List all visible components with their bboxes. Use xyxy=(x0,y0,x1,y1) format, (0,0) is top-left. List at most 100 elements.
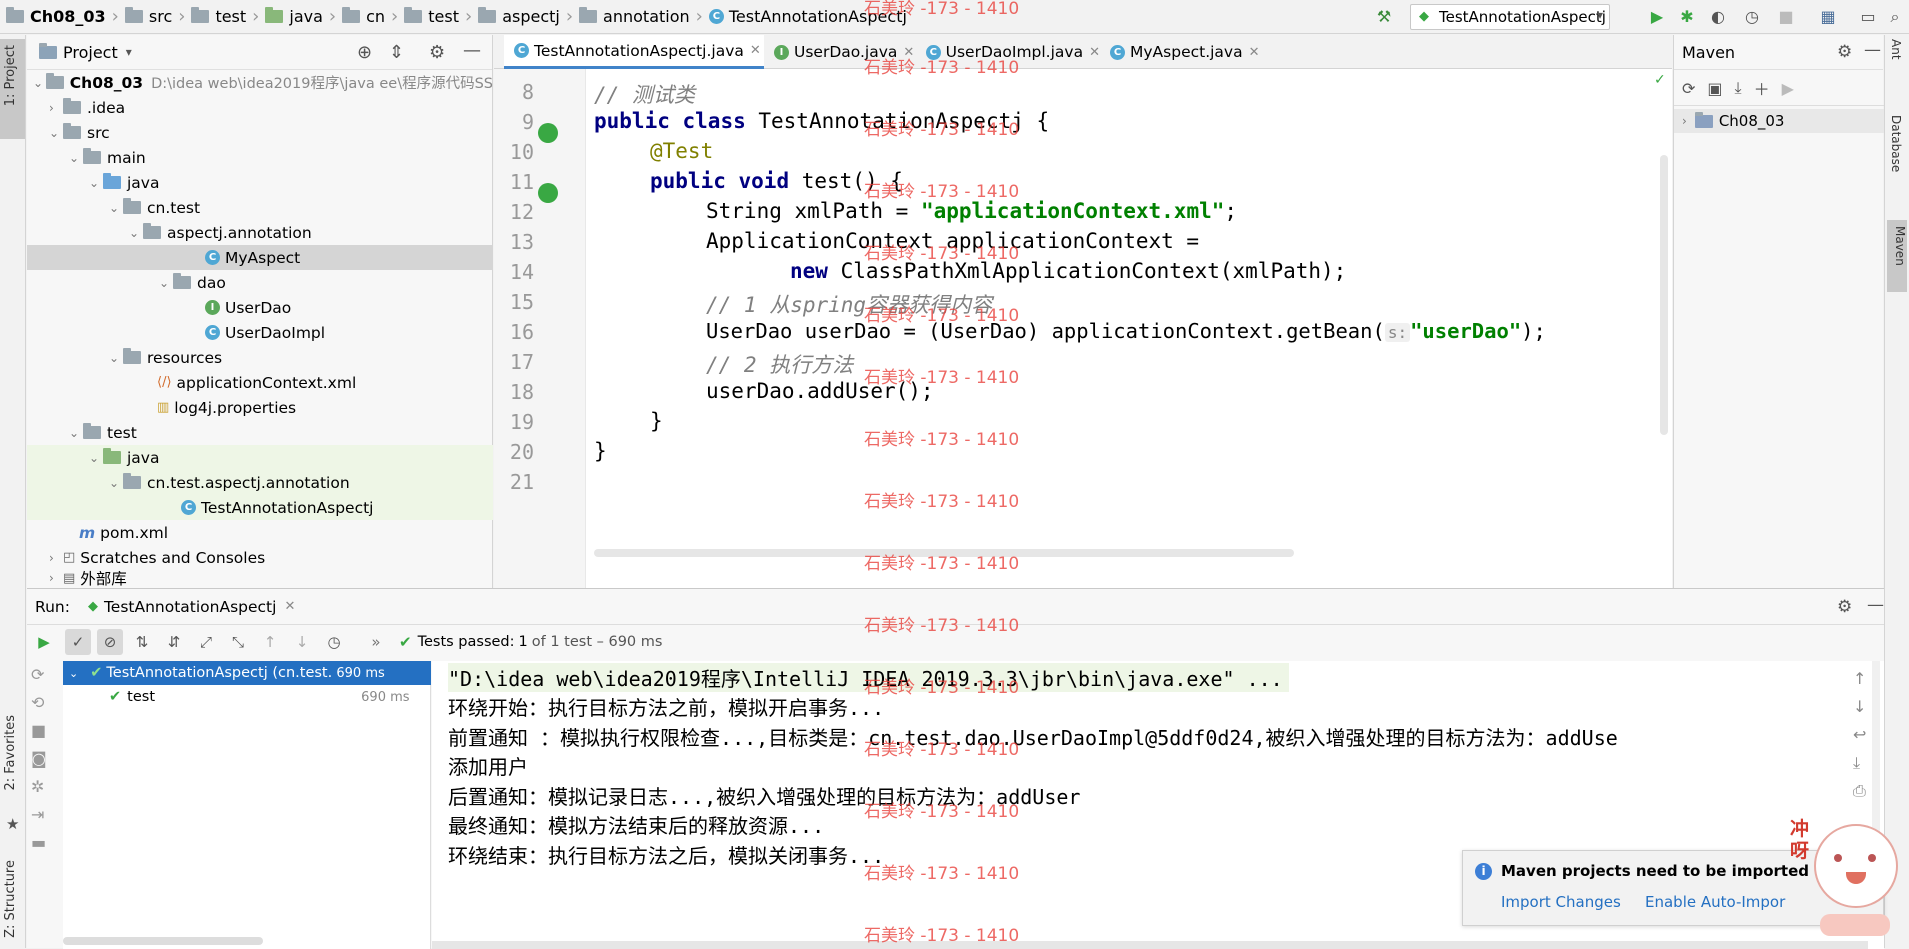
add-icon[interactable]: ＋ xyxy=(1754,76,1770,100)
scroll-to-end-icon[interactable]: ⤓ xyxy=(1853,753,1881,781)
close-icon[interactable]: ✕ xyxy=(1249,45,1260,60)
run-test-gutter-icon[interactable] xyxy=(538,123,558,143)
stop-icon[interactable]: ■ xyxy=(31,721,59,749)
favorites-tool-tab[interactable]: 2: Favorites xyxy=(3,715,18,791)
sort-alphabetically-icon[interactable]: ⇅ xyxy=(129,629,155,655)
breadcrumb-item[interactable]: aspectj xyxy=(502,7,560,26)
camera-icon[interactable]: ◙ xyxy=(31,749,59,777)
tree-item-src[interactable]: ⌄ src xyxy=(27,120,493,145)
up-arrow-icon[interactable]: ↑ xyxy=(1853,669,1881,697)
download-icon[interactable]: ⤓ xyxy=(1735,78,1742,98)
breadcrumb-item[interactable]: annotation xyxy=(603,7,690,26)
tree-item-scratches[interactable]: › ◰ Scratches and Consoles xyxy=(27,545,493,570)
tree-item-test-java[interactable]: ⌄ java xyxy=(27,445,493,470)
tree-item-userdao[interactable]: I UserDao xyxy=(27,295,493,320)
test-tree-row[interactable]: ⌄ ✔ TestAnnotationAspectj (cn.test.aspe … xyxy=(63,661,431,685)
tree-item-cn-test-aspectj-annotation[interactable]: ⌄ cn.test.aspectj.annotation xyxy=(27,470,493,495)
tree-item-log4j-properties[interactable]: ▥ log4j.properties xyxy=(27,395,493,420)
collapse-all-icon[interactable]: ⤡ xyxy=(225,629,251,655)
run-configuration-select[interactable]: ◆ TestAnnotationAspectj ▾ xyxy=(1410,4,1610,30)
breadcrumb-item[interactable]: test xyxy=(215,7,246,26)
tree-item-dao[interactable]: ⌄ dao xyxy=(27,270,493,295)
exit-icon[interactable]: ⇥ xyxy=(31,805,59,833)
soft-wrap-icon[interactable]: ↩ xyxy=(1853,725,1881,753)
chevron-down-icon[interactable]: ▾ xyxy=(126,45,132,59)
structure-tool-tab[interactable]: Z: Structure xyxy=(3,860,18,938)
locate-icon[interactable]: ⊕ xyxy=(357,42,372,63)
show-ignored-icon[interactable]: ⊘ xyxy=(97,629,123,655)
tree-item-main[interactable]: ⌄ main xyxy=(27,145,493,170)
gear-icon[interactable]: ⚙ xyxy=(429,42,445,63)
gear-icon[interactable]: ⚙ xyxy=(1837,42,1852,62)
rerun-failed-icon[interactable]: ⟳ xyxy=(31,665,59,693)
settings-icon[interactable]: ✲ xyxy=(31,777,59,805)
run-tab[interactable]: TestAnnotationAspectj xyxy=(104,598,276,616)
build-hammer-icon[interactable]: ⚒ xyxy=(1374,7,1394,27)
sort-by-duration-icon[interactable]: ⇵ xyxy=(161,629,187,655)
tree-item-applicationcontext-xml[interactable]: ⟨/⟩ applicationContext.xml xyxy=(27,370,493,395)
close-icon[interactable]: ✕ xyxy=(284,599,295,614)
project-panel-title[interactable]: Project xyxy=(63,43,118,62)
toggle-auto-test-icon[interactable]: ⟲ xyxy=(31,693,59,721)
breadcrumb-item[interactable]: Ch08_03 xyxy=(30,7,106,26)
run-icon[interactable]: ▶ xyxy=(1647,7,1667,27)
reload-icon[interactable]: ⟳ xyxy=(1682,79,1695,98)
next-failed-icon[interactable]: ↓ xyxy=(289,629,315,655)
ant-tool-tab[interactable]: Ant xyxy=(1889,39,1903,60)
tree-item-project-root[interactable]: ⌄ Ch08_03 D:\idea web\idea2019程序\java ee… xyxy=(27,70,493,95)
more-icon[interactable]: » xyxy=(363,629,389,655)
project-tool-tab[interactable]: 1: Project xyxy=(0,39,25,139)
close-icon[interactable]: ✕ xyxy=(1089,45,1100,60)
presentation-icon[interactable]: ▭ xyxy=(1858,7,1878,27)
tree-item-cn-test[interactable]: ⌄ cn.test xyxy=(27,195,493,220)
maven-tool-tab[interactable]: Maven xyxy=(1887,220,1907,292)
database-tool-tab[interactable]: Database xyxy=(1889,115,1903,172)
minimize-icon[interactable]: — xyxy=(1864,40,1881,60)
expand-all-icon[interactable]: ⤢ xyxy=(193,629,219,655)
tree-item-pom-xml[interactable]: m pom.xml xyxy=(27,520,493,545)
tree-item-myaspect[interactable]: C MyAspect xyxy=(27,245,493,270)
tab-testannotationaspectj[interactable]: C TestAnnotationAspectj.java ✕ xyxy=(504,35,764,69)
run-test-gutter-icon[interactable] xyxy=(538,183,558,203)
gear-icon[interactable]: ⚙ xyxy=(1837,597,1852,617)
horizontal-scrollbar[interactable] xyxy=(63,937,263,945)
maven-tree-item[interactable]: › Ch08_03 xyxy=(1674,109,1884,133)
minimize-icon[interactable]: — xyxy=(463,40,481,61)
layout-icon[interactable]: ▬ xyxy=(31,833,59,861)
code-text: } xyxy=(594,439,607,463)
tree-item-idea[interactable]: › .idea xyxy=(27,95,493,120)
tree-item-aspectj-annotation[interactable]: ⌄ aspectj.annotation xyxy=(27,220,493,245)
down-arrow-icon[interactable]: ↓ xyxy=(1853,697,1881,725)
test-history-icon[interactable]: ◷ xyxy=(321,629,347,655)
tree-item-test[interactable]: ⌄ test xyxy=(27,420,493,445)
show-passed-icon[interactable]: ✓ xyxy=(65,629,91,655)
breadcrumb-item[interactable]: test xyxy=(428,7,459,26)
previous-failed-icon[interactable]: ↑ xyxy=(257,629,283,655)
enable-auto-import-link[interactable]: Enable Auto-Impor xyxy=(1645,893,1785,911)
collapse-all-icon[interactable]: ⇕ xyxy=(389,42,404,63)
vertical-scrollbar[interactable] xyxy=(1660,155,1668,435)
breadcrumb-item[interactable]: cn xyxy=(366,7,385,26)
profile-icon[interactable]: ◷ xyxy=(1742,7,1762,27)
close-icon[interactable]: ✕ xyxy=(750,43,761,58)
stop-icon[interactable]: ■ xyxy=(1776,7,1796,27)
tree-item-userdaoimpl[interactable]: C UserDaoImpl xyxy=(27,320,493,345)
run-maven-icon[interactable]: ▶ xyxy=(1782,79,1794,98)
tree-item-external-libraries[interactable]: › ▤ 外部库 xyxy=(27,568,493,588)
print-icon[interactable]: ⎙ xyxy=(1853,781,1881,809)
tree-item-main-java[interactable]: ⌄ java xyxy=(27,170,493,195)
test-tree-row[interactable]: ✔ test 690 ms xyxy=(63,685,431,709)
tree-item-resources[interactable]: ⌄ resources xyxy=(27,345,493,370)
import-changes-link[interactable]: Import Changes xyxy=(1501,893,1621,911)
breadcrumb-item[interactable]: java xyxy=(289,7,323,26)
debug-icon[interactable]: ✱ xyxy=(1677,7,1697,27)
coverage-icon[interactable]: ◐ xyxy=(1708,7,1728,27)
tree-item-testannotationaspectj[interactable]: C TestAnnotationAspectj xyxy=(27,495,493,520)
breadcrumb-item[interactable]: src xyxy=(149,7,172,26)
minimize-icon[interactable]: — xyxy=(1867,595,1884,615)
project-structure-icon[interactable]: ▦ xyxy=(1818,7,1838,27)
rerun-icon[interactable]: ▶ xyxy=(31,629,57,655)
generate-sources-icon[interactable]: ▣ xyxy=(1707,79,1722,98)
tab-myaspect[interactable]: C MyAspect.java ✕ xyxy=(1100,35,1270,69)
search-icon[interactable]: ⌕ xyxy=(1885,7,1905,27)
